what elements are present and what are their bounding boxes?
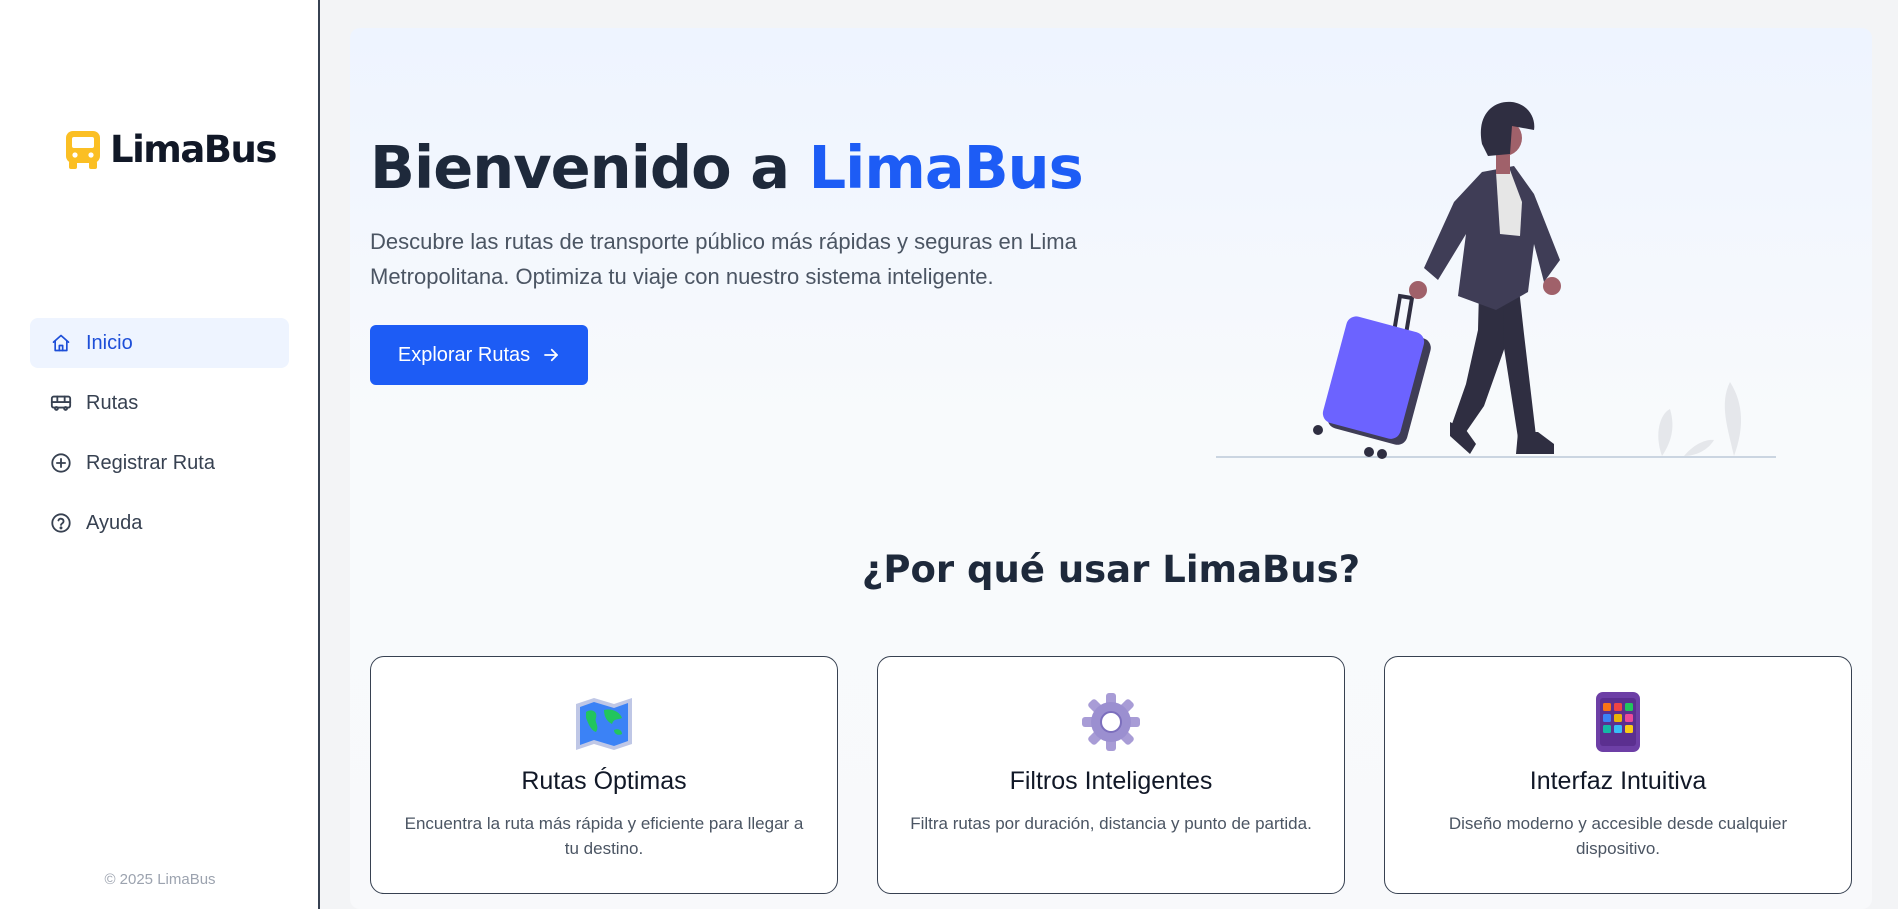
- hero-title-brand: LimaBus: [808, 133, 1084, 202]
- help-circle-icon: [50, 512, 72, 534]
- sidebar-item-rutas[interactable]: Rutas: [30, 378, 289, 428]
- feature-card-rutas-optimas: Rutas Óptimas Encuentra la ruta más rápi…: [370, 656, 838, 894]
- bus-icon: [64, 129, 102, 171]
- copyright: © 2025 LimaBus: [104, 871, 216, 888]
- sidebar-nav: Inicio Rutas Registrar Ruta Ayuda: [30, 318, 289, 558]
- card-title: Rutas Óptimas: [521, 767, 687, 795]
- card-description: Encuentra la ruta más rápida y eficiente…: [404, 814, 804, 858]
- sidebar-item-label: Inicio: [86, 331, 133, 354]
- logo-text: LimaBus: [110, 128, 277, 171]
- arrow-right-icon: [542, 346, 560, 364]
- plus-circle-icon: [50, 452, 72, 474]
- world-map-icon: [574, 692, 634, 752]
- card-description: Filtra rutas por duración, distancia y p…: [910, 814, 1312, 833]
- sidebar-item-ayuda[interactable]: Ayuda: [30, 498, 289, 548]
- card-title: Filtros Inteligentes: [1009, 767, 1213, 795]
- hero-title: Bienvenido a LimaBus: [370, 133, 1084, 202]
- sidebar-item-registrar-ruta[interactable]: Registrar Ruta: [30, 438, 289, 488]
- main-content: Bienvenido a LimaBus Descubre las rutas …: [350, 28, 1872, 909]
- features-title: ¿Por qué usar LimaBus?: [861, 548, 1361, 591]
- hero-title-prefix: Bienvenido a: [370, 133, 809, 202]
- sidebar-item-inicio[interactable]: Inicio: [30, 318, 289, 368]
- traveler-illustration: [1214, 84, 1788, 460]
- sidebar-item-label: Ayuda: [86, 511, 143, 534]
- gear-icon: [1081, 692, 1141, 752]
- card-title: Interfaz Intuitiva: [1529, 767, 1707, 795]
- card-description: Diseño moderno y accesible desde cualqui…: [1448, 814, 1788, 858]
- cta-label: Explorar Rutas: [397, 343, 531, 366]
- home-icon: [50, 332, 72, 354]
- sidebar: LimaBus Inicio Rutas Registrar Ruta Ayud…: [0, 0, 320, 909]
- logo[interactable]: LimaBus: [64, 128, 277, 171]
- sidebar-item-label: Registrar Ruta: [86, 451, 215, 474]
- bus-icon: [50, 392, 72, 414]
- feature-card-filtros-inteligentes: Filtros Inteligentes Filtra rutas por du…: [877, 656, 1345, 894]
- hero-description: Descubre las rutas de transporte público…: [370, 229, 1077, 289]
- mobile-phone-icon: [1588, 692, 1648, 752]
- feature-card-interfaz-intuitiva: Interfaz Intuitiva Diseño moderno y acce…: [1384, 656, 1852, 894]
- explore-routes-button[interactable]: Explorar Rutas: [370, 325, 588, 385]
- sidebar-item-label: Rutas: [86, 391, 139, 414]
